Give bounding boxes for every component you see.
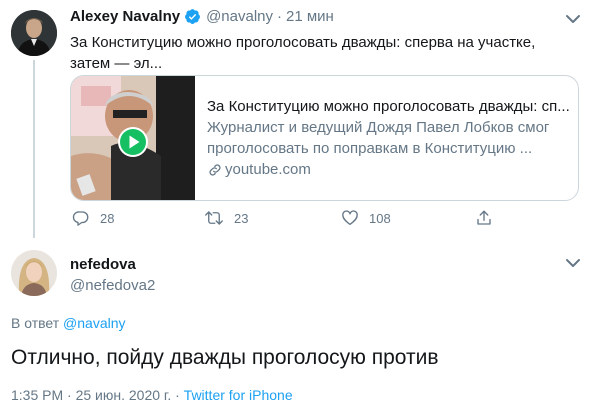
- reply-context: В ответ @navalny: [11, 315, 126, 331]
- chevron-down-icon[interactable]: [565, 258, 581, 268]
- like-icon: [342, 210, 358, 226]
- reply-icon: [72, 211, 89, 226]
- thread-connector-line: [33, 60, 35, 238]
- video-thumbnail[interactable]: [71, 76, 195, 200]
- reply-button[interactable]: 28: [72, 209, 114, 227]
- nefedova-photo: [11, 250, 57, 296]
- navalny-avatar[interactable]: [11, 10, 57, 56]
- card-body: За Конституцию можно проголосовать дважд…: [195, 76, 578, 200]
- navalny-photo: [11, 10, 57, 56]
- separator-dot: ·: [277, 8, 283, 25]
- link-preview-card[interactable]: За Конституцию можно проголосовать дважд…: [70, 75, 579, 201]
- tweet2-text: Отлично, пойду дважды проголосую против: [11, 346, 439, 369]
- tweet1-time[interactable]: 21 мин: [286, 8, 334, 25]
- verified-badge-icon: [184, 8, 201, 25]
- retweet-button[interactable]: 23: [204, 209, 248, 227]
- reply-count: 28: [100, 210, 115, 226]
- card-description: Журналист и ведущий Дождя Павел Лобков с…: [207, 119, 550, 157]
- link-icon: [209, 163, 221, 176]
- reply-prefix: В ответ: [11, 315, 60, 331]
- like-count: 108: [369, 210, 391, 226]
- tweet2-handle[interactable]: @nefedova2: [70, 277, 155, 294]
- chevron-down-icon[interactable]: [565, 14, 581, 24]
- tweet1-author-name[interactable]: Alexey Navalny: [70, 8, 180, 25]
- tweet2-time[interactable]: 1:35 PM: [11, 387, 63, 403]
- tweet1-header: Alexey Navalny @navalny · 21 мин: [70, 8, 334, 25]
- share-icon: [477, 210, 491, 225]
- tweet1-handle[interactable]: @navalny: [206, 8, 273, 25]
- share-button[interactable]: [475, 209, 493, 227]
- meta-separator: ·: [175, 387, 180, 403]
- retweet-count: 23: [234, 210, 249, 226]
- tweet1-text: За Конституцию можно проголосовать дважд…: [70, 34, 536, 72]
- like-button[interactable]: 108: [341, 209, 391, 227]
- reply-mention-link[interactable]: @navalny: [63, 315, 125, 331]
- tweet2-date[interactable]: 25 июн. 2020 г.: [76, 387, 172, 403]
- nefedova-avatar[interactable]: [11, 250, 57, 296]
- meta-separator: ·: [67, 387, 72, 403]
- retweet-icon: [205, 211, 223, 225]
- card-title: За Конституцию можно проголосовать дважд…: [207, 98, 570, 115]
- tweet2-source-link[interactable]: Twitter for iPhone: [184, 387, 293, 403]
- tweet2-author-name[interactable]: nefedova: [70, 256, 136, 273]
- tweet2-meta: 1:35 PM · 25 июн. 2020 г. · Twitter for …: [11, 387, 293, 403]
- play-icon[interactable]: [117, 126, 149, 158]
- card-domain-text: youtube.com: [225, 161, 311, 178]
- card-domain: youtube.com: [207, 159, 570, 180]
